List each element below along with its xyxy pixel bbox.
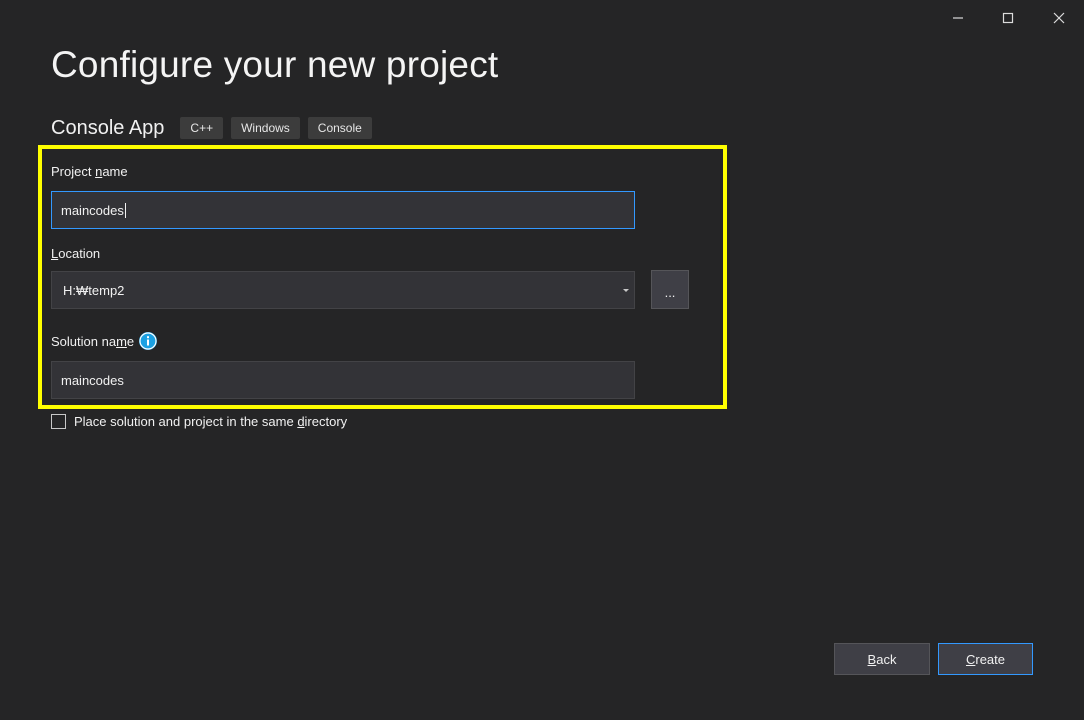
page-title: Configure your new project: [51, 44, 499, 85]
tag-language: C++: [180, 117, 224, 139]
maximize-icon: [1002, 12, 1014, 24]
same-directory-option[interactable]: Place solution and project in the same d…: [51, 414, 347, 429]
close-icon: [1053, 12, 1065, 24]
back-button[interactable]: Back: [834, 643, 930, 675]
same-directory-access-key: d: [297, 414, 305, 429]
back-label-rest: ack: [876, 651, 897, 667]
text-caret: [124, 202, 126, 218]
same-directory-label-text: Place solution and project in the same: [74, 414, 298, 429]
project-name-label-text-rest: ame: [102, 164, 128, 179]
project-name-label-text: Project: [51, 164, 96, 179]
solution-name-input[interactable]: maincodes: [51, 361, 635, 399]
create-label-rest: reate: [975, 651, 1006, 667]
template-name: Console App: [51, 116, 165, 139]
project-name-value: maincodes: [61, 202, 124, 218]
minimize-icon: [953, 17, 963, 19]
tag-platform: Windows: [231, 117, 300, 139]
create-button[interactable]: Create: [938, 643, 1033, 675]
tag-project-type: Console: [307, 117, 372, 139]
location-label: Location: [51, 246, 100, 261]
info-icon[interactable]: [139, 332, 157, 350]
close-button[interactable]: [1039, 6, 1079, 30]
back-access-key: B: [867, 651, 877, 667]
solution-name-label-text: Solution na: [51, 334, 117, 349]
browse-button[interactable]: ...: [651, 270, 689, 309]
info-icon-glyph: [139, 332, 157, 350]
location-label-text-rest: ocation: [58, 246, 101, 261]
solution-name-label-text-rest: e: [126, 334, 135, 349]
same-directory-label-text-rest: irectory: [304, 414, 348, 429]
location-combobox[interactable]: H:₩temp2: [51, 271, 635, 309]
create-access-key: C: [965, 651, 976, 667]
maximize-button[interactable]: [988, 6, 1028, 30]
project-name-input[interactable]: maincodes: [51, 191, 635, 229]
project-name-label: Project name: [51, 164, 128, 179]
solution-name-value: maincodes: [61, 372, 124, 388]
same-directory-label: Place solution and project in the same d…: [74, 414, 347, 429]
template-summary: Console App C++ Windows Console: [51, 116, 380, 140]
minimize-button[interactable]: [938, 6, 978, 30]
location-value: H:₩temp2: [63, 282, 125, 298]
solution-name-label: Solution name: [51, 334, 134, 349]
same-directory-checkbox[interactable]: [51, 414, 66, 429]
chevron-down-icon[interactable]: [623, 289, 629, 292]
solution-name-label-access-key: m: [116, 334, 127, 349]
